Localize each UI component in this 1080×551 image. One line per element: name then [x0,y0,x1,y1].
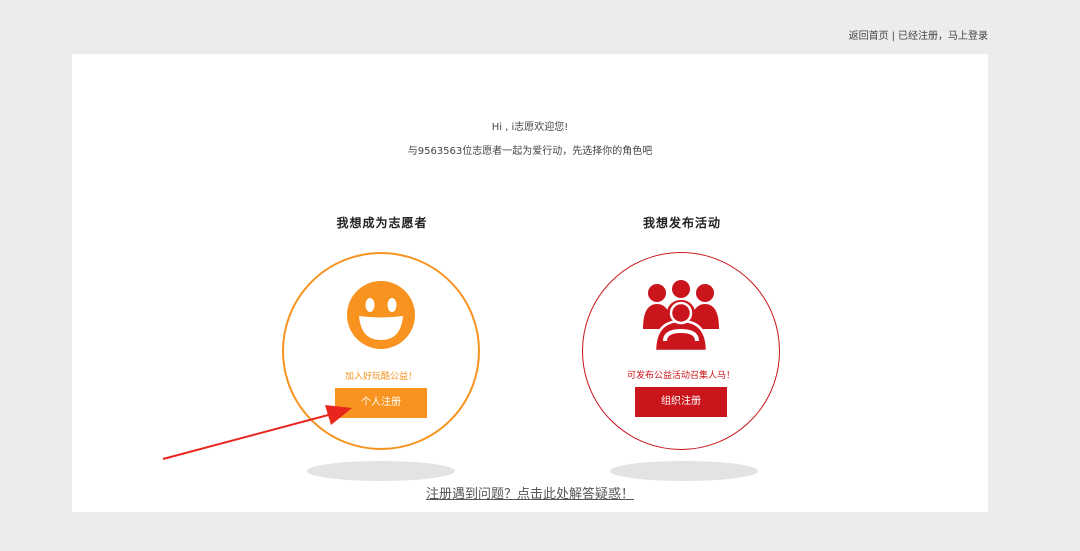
role-organization-title: 我想发布活动 [642,216,721,230]
welcome-greeting: Hi , i志愿欢迎您! [491,122,569,133]
role-organization-shadow [610,461,758,481]
welcome-subtitle: 与9563563位志愿者一起为爱行动，先选择你的角色吧 [407,146,653,157]
group-people-icon [643,279,719,355]
help-link-container: 注册遇到问题？点击此处解答疑惑！ [72,483,988,502]
organization-register-button[interactable]: 组织注册 [635,387,727,417]
role-organization-tagline: 可发布公益活动召集人马！ [626,371,735,381]
role-volunteer-shadow [307,461,455,481]
role-volunteer-title: 我想成为志愿者 [336,216,428,230]
top-links: 返回首页 | 已经注册，马上登录 [849,27,988,42]
role-volunteer-circle: 加入好玩酷公益！ 个人注册 [282,252,480,450]
role-select-card: Hi , i志愿欢迎您! 与9563563位志愿者一起为爱行动，先选择你的角色吧… [72,54,988,512]
smiley-icon [346,280,416,354]
registration-help-link[interactable]: 注册遇到问题？点击此处解答疑惑！ [426,487,634,502]
home-link[interactable]: 返回首页 [849,31,889,42]
role-volunteer-tagline: 加入好玩酷公益！ [344,372,417,382]
login-link[interactable]: 已经注册，马上登录 [898,31,988,42]
personal-register-button[interactable]: 个人注册 [335,388,427,418]
role-organization-circle: 可发布公益活动召集人马！ 组织注册 [582,252,780,450]
top-links-separator: | [891,31,895,42]
